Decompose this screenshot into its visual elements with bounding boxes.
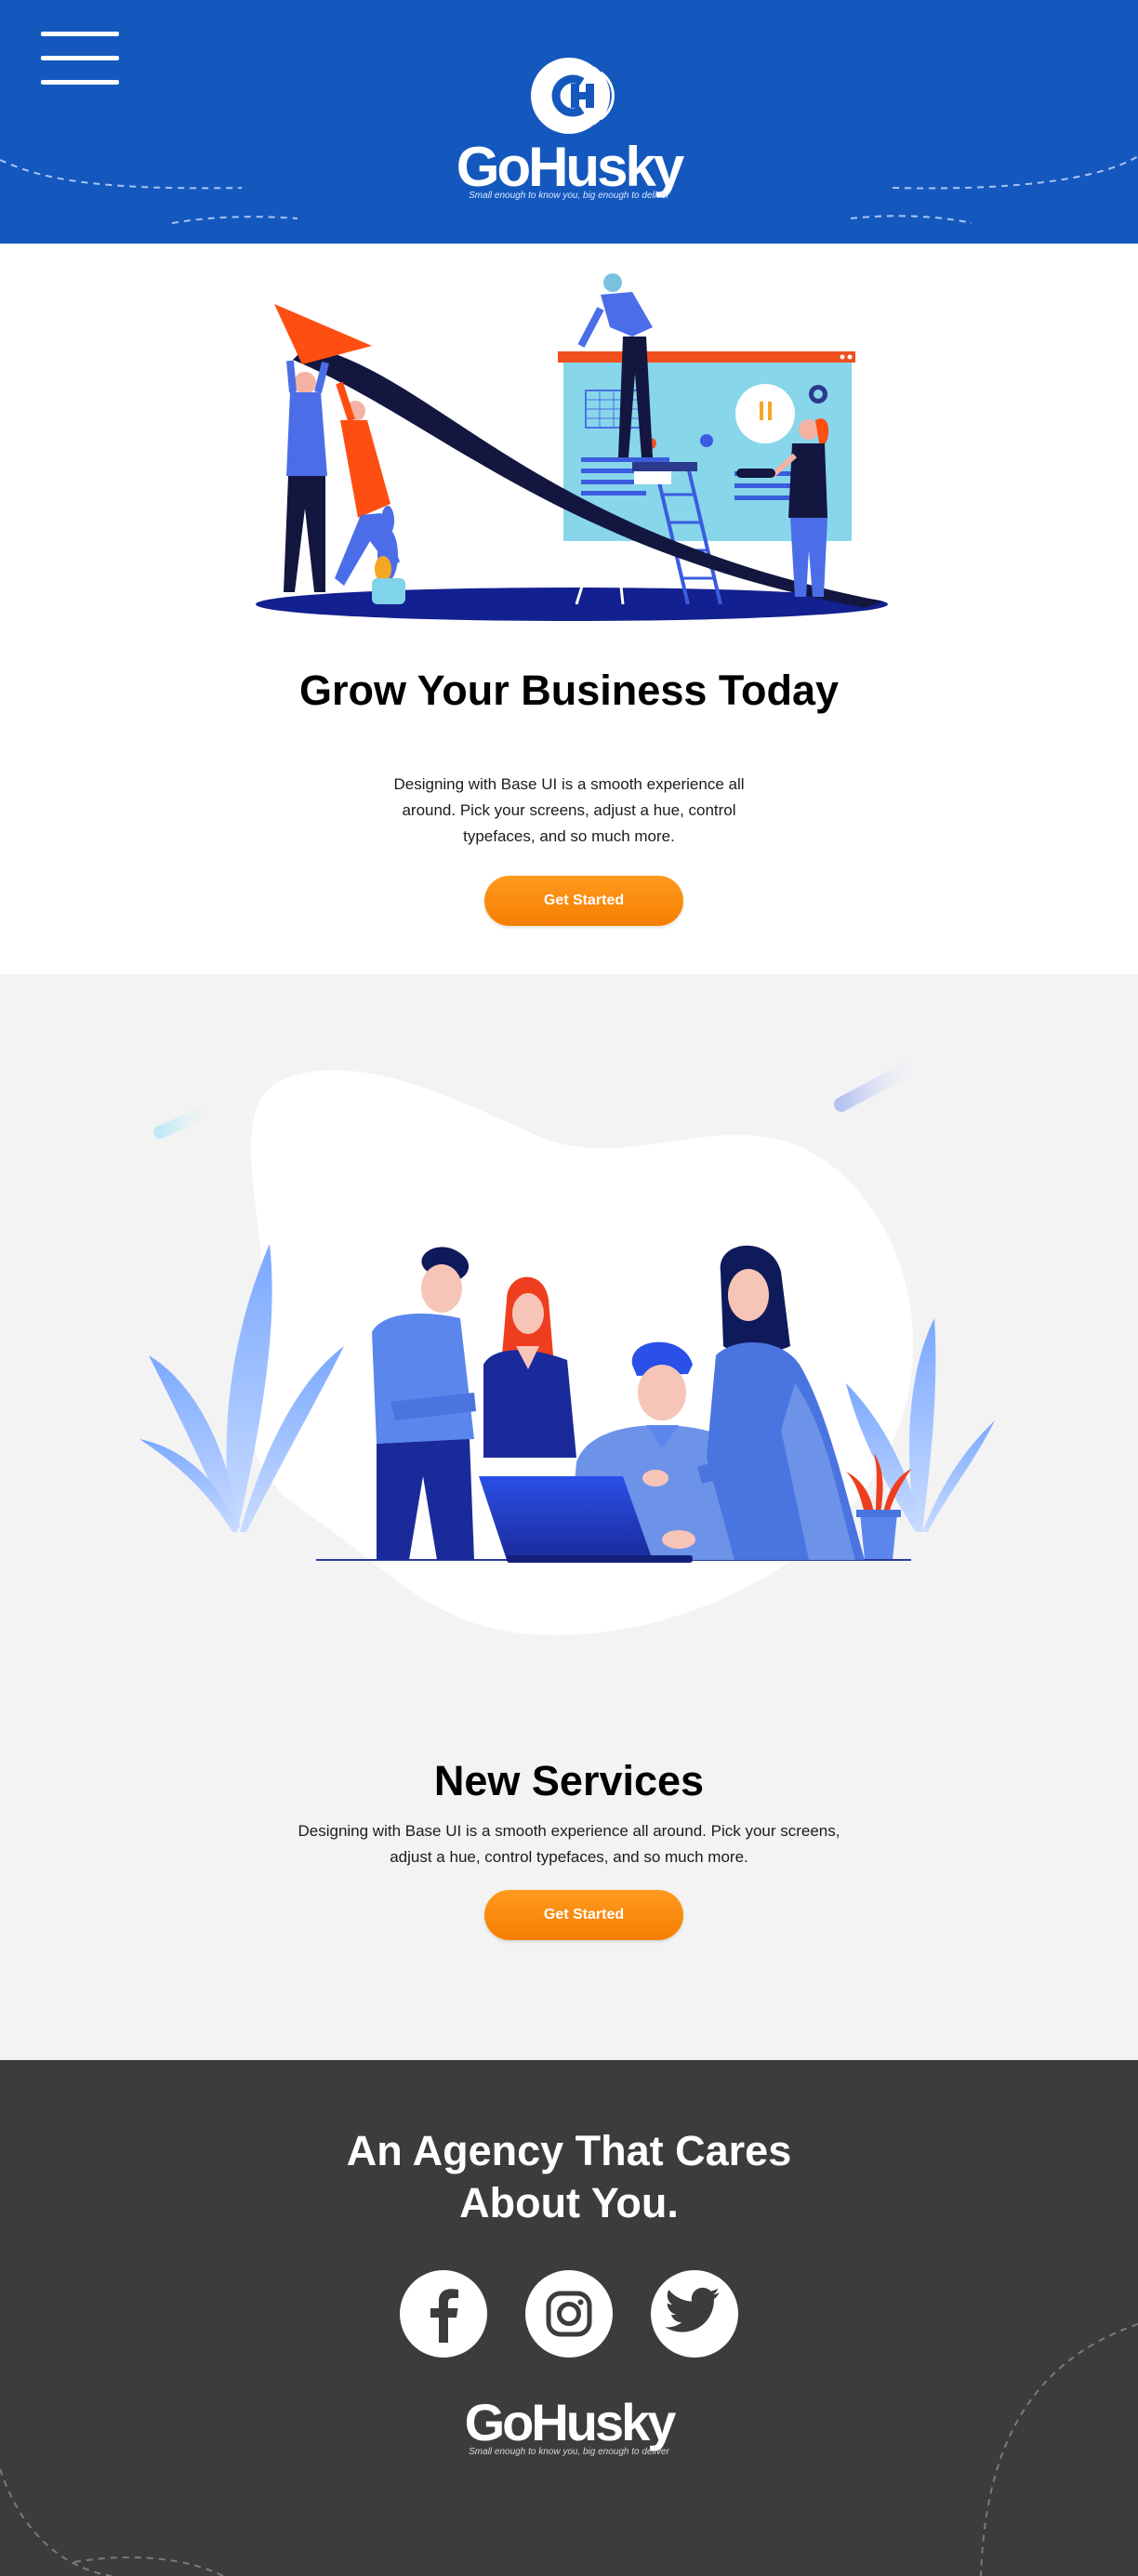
brand-name: GoHusky [456, 136, 684, 198]
hero-description: Designing with Base UI is a smooth exper… [393, 775, 745, 845]
footer-brand-name: GoHusky [464, 2393, 677, 2451]
footer-brand-tagline: Small enough to know you, big enough to … [469, 2447, 669, 2457]
hamburger-icon-line [41, 56, 119, 60]
services-get-started-button[interactable]: Get Started [484, 1890, 683, 1940]
hero-title: Grow Your Business Today [298, 667, 840, 714]
instagram-link[interactable] [525, 2270, 613, 2358]
hero-get-started-button[interactable]: Get Started [484, 876, 683, 926]
services-description: Designing with Base UI is a smooth exper… [298, 1822, 840, 1866]
services-title: New Services [433, 1757, 705, 1804]
instagram-icon [546, 2291, 592, 2337]
twitter-icon [665, 2287, 720, 2332]
hamburger-menu-button[interactable] [41, 32, 119, 86]
gohusky-logo-icon[interactable] [528, 54, 617, 138]
team-collaboration-illustration [139, 1060, 995, 1635]
site-header: GoHusky Small enough to know you, big en… [0, 0, 1138, 244]
business-growth-illustration [256, 273, 888, 621]
facebook-icon [430, 2289, 458, 2343]
hamburger-icon [41, 32, 119, 36]
site-footer: An Agency That Cares About You. GoHusky … [0, 2060, 1138, 2576]
twitter-link[interactable] [651, 2270, 738, 2358]
hamburger-icon-line [41, 80, 119, 85]
footer-title: An Agency That Cares About You. [346, 2127, 792, 2226]
hero-section: Grow Your Business Today Designing with … [0, 244, 1138, 974]
services-section: New Services Designing with Base UI is a… [0, 974, 1138, 2060]
facebook-link[interactable] [400, 2270, 487, 2358]
brand-tagline: Small enough to know you, big enough to … [469, 191, 669, 201]
